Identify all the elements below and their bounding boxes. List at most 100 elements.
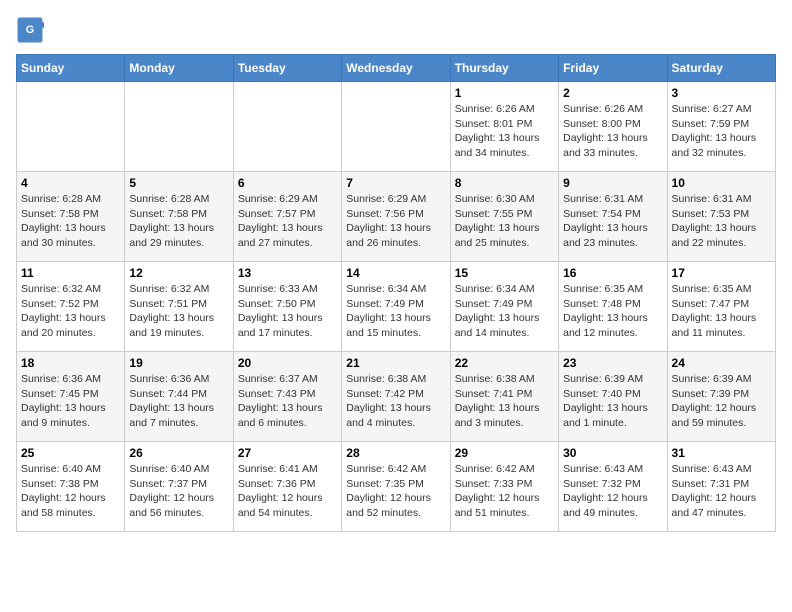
calendar-cell: 27Sunrise: 6:41 AMSunset: 7:36 PMDayligh… (233, 442, 341, 532)
day-number: 23 (563, 356, 662, 370)
day-info: Sunrise: 6:39 AMSunset: 7:40 PMDaylight:… (563, 372, 662, 431)
day-number: 19 (129, 356, 228, 370)
day-info: Sunrise: 6:31 AMSunset: 7:53 PMDaylight:… (672, 192, 771, 251)
calendar-cell: 16 Sunrise: 6:35 AMSunset: 7:48 PMDayligh… (559, 262, 667, 352)
day-number: 21 (346, 356, 445, 370)
day-header-friday: Friday (559, 55, 667, 82)
day-number: 17 (672, 266, 771, 280)
week-row-4: 25 Sunrise: 6:40 AMSunset: 7:38 PMDayligh… (17, 442, 776, 532)
day-info: Sunrise: 6:40 AMSunset: 7:37 PMDaylight:… (129, 462, 228, 521)
day-number: 20 (238, 356, 337, 370)
calendar-cell: 3 Sunrise: 6:27 AMSunset: 7:59 PMDaylight… (667, 82, 775, 172)
day-number: 7 (346, 176, 445, 190)
day-info: Sunrise: 6:28 AMSunset: 7:58 PMDaylight:… (129, 192, 228, 251)
day-info: Sunrise: 6:29 AMSunset: 7:57 PMDaylight:… (238, 192, 337, 251)
day-number: 9 (563, 176, 662, 190)
day-number: 18 (21, 356, 120, 370)
week-row-1: 4 Sunrise: 6:28 AMSunset: 7:58 PMDaylight… (17, 172, 776, 262)
day-info: Sunrise: 6:33 AMSunset: 7:50 PMDaylight:… (238, 282, 337, 341)
day-number: 30 (563, 446, 662, 460)
day-info: Sunrise: 6:29 AMSunset: 7:56 PMDaylight:… (346, 192, 445, 251)
day-header-thursday: Thursday (450, 55, 558, 82)
calendar-cell: 21 Sunrise: 6:38 AMSunset: 7:42 PMDayligh… (342, 352, 450, 442)
day-number: 4 (21, 176, 120, 190)
calendar-cell: 25 Sunrise: 6:40 AMSunset: 7:38 PMDayligh… (17, 442, 125, 532)
day-info: Sunrise: 6:30 AMSunset: 7:55 PMDaylight:… (455, 192, 554, 251)
day-number: 29 (455, 446, 554, 460)
day-info: Sunrise: 6:42 AMSunset: 7:35 PMDaylight:… (346, 462, 445, 521)
day-info: Sunrise: 6:43 AMSunset: 7:32 PMDaylight:… (563, 462, 662, 521)
calendar-cell: 2 Sunrise: 6:26 AMSunset: 8:00 PMDaylight… (559, 82, 667, 172)
day-number: 6 (238, 176, 337, 190)
day-number: 2 (563, 86, 662, 100)
day-number: 16 (563, 266, 662, 280)
day-info: Sunrise: 6:26 AMSunset: 8:00 PMDaylight:… (563, 102, 662, 161)
day-info: Sunrise: 6:35 AMSunset: 7:47 PMDaylight:… (672, 282, 771, 341)
calendar-cell: 26Sunrise: 6:40 AMSunset: 7:37 PMDayligh… (125, 442, 233, 532)
day-info: Sunrise: 6:38 AMSunset: 7:42 PMDaylight:… (346, 372, 445, 431)
day-info: Sunrise: 6:34 AMSunset: 7:49 PMDaylight:… (455, 282, 554, 341)
day-number: 13 (238, 266, 337, 280)
day-number: 12 (129, 266, 228, 280)
svg-text:G: G (26, 24, 34, 36)
calendar-cell: 10 Sunrise: 6:31 AMSunset: 7:53 PMDayligh… (667, 172, 775, 262)
calendar-cell (17, 82, 125, 172)
calendar-cell (125, 82, 233, 172)
calendar-cell: 23 Sunrise: 6:39 AMSunset: 7:40 PMDayligh… (559, 352, 667, 442)
calendar-cell: 12Sunrise: 6:32 AMSunset: 7:51 PMDayligh… (125, 262, 233, 352)
day-header-saturday: Saturday (667, 55, 775, 82)
calendar-cell: 1Sunrise: 6:26 AMSunset: 8:01 PMDaylight… (450, 82, 558, 172)
day-info: Sunrise: 6:38 AMSunset: 7:41 PMDaylight:… (455, 372, 554, 431)
day-info: Sunrise: 6:26 AMSunset: 8:01 PMDaylight:… (455, 102, 554, 161)
day-info: Sunrise: 6:28 AMSunset: 7:58 PMDaylight:… (21, 192, 120, 251)
header-row: SundayMondayTuesdayWednesdayThursdayFrid… (17, 55, 776, 82)
calendar-cell: 19 Sunrise: 6:36 AMSunset: 7:44 PMDayligh… (125, 352, 233, 442)
day-number: 11 (21, 266, 120, 280)
calendar-cell (233, 82, 341, 172)
day-header-tuesday: Tuesday (233, 55, 341, 82)
day-number: 15 (455, 266, 554, 280)
day-info: Sunrise: 6:43 AMSunset: 7:31 PMDaylight:… (672, 462, 771, 521)
day-number: 22 (455, 356, 554, 370)
calendar-cell: 18 Sunrise: 6:36 AMSunset: 7:45 PMDayligh… (17, 352, 125, 442)
day-info: Sunrise: 6:36 AMSunset: 7:45 PMDaylight:… (21, 372, 120, 431)
calendar-cell: 22 Sunrise: 6:38 AMSunset: 7:41 PMDayligh… (450, 352, 558, 442)
calendar-header: SundayMondayTuesdayWednesdayThursdayFrid… (17, 55, 776, 82)
calendar-cell: 13 Sunrise: 6:33 AMSunset: 7:50 PMDayligh… (233, 262, 341, 352)
day-header-sunday: Sunday (17, 55, 125, 82)
day-header-wednesday: Wednesday (342, 55, 450, 82)
day-info: Sunrise: 6:37 AMSunset: 7:43 PMDaylight:… (238, 372, 337, 431)
calendar-cell: 14Sunrise: 6:34 AMSunset: 7:49 PMDayligh… (342, 262, 450, 352)
calendar-cell: 4 Sunrise: 6:28 AMSunset: 7:58 PMDaylight… (17, 172, 125, 262)
day-number: 25 (21, 446, 120, 460)
day-number: 24 (672, 356, 771, 370)
calendar-cell: 28 Sunrise: 6:42 AMSunset: 7:35 PMDayligh… (342, 442, 450, 532)
day-info: Sunrise: 6:39 AMSunset: 7:39 PMDaylight:… (672, 372, 771, 431)
day-info: Sunrise: 6:36 AMSunset: 7:44 PMDaylight:… (129, 372, 228, 431)
day-info: Sunrise: 6:31 AMSunset: 7:54 PMDaylight:… (563, 192, 662, 251)
day-info: Sunrise: 6:34 AMSunset: 7:49 PMDaylight:… (346, 282, 445, 341)
day-info: Sunrise: 6:40 AMSunset: 7:38 PMDaylight:… (21, 462, 120, 521)
calendar-body: 1Sunrise: 6:26 AMSunset: 8:01 PMDaylight… (17, 82, 776, 532)
day-number: 10 (672, 176, 771, 190)
calendar-cell: 6 Sunrise: 6:29 AMSunset: 7:57 PMDaylight… (233, 172, 341, 262)
calendar-cell: 17 Sunrise: 6:35 AMSunset: 7:47 PMDayligh… (667, 262, 775, 352)
day-number: 28 (346, 446, 445, 460)
day-info: Sunrise: 6:35 AMSunset: 7:48 PMDaylight:… (563, 282, 662, 341)
day-number: 3 (672, 86, 771, 100)
day-number: 5 (129, 176, 228, 190)
day-info: Sunrise: 6:32 AMSunset: 7:52 PMDaylight:… (21, 282, 120, 341)
day-info: Sunrise: 6:27 AMSunset: 7:59 PMDaylight:… (672, 102, 771, 161)
calendar-cell: 29 Sunrise: 6:42 AMSunset: 7:33 PMDayligh… (450, 442, 558, 532)
page-header: G (16, 16, 776, 44)
calendar-table: SundayMondayTuesdayWednesdayThursdayFrid… (16, 54, 776, 532)
calendar-cell: 31 Sunrise: 6:43 AMSunset: 7:31 PMDayligh… (667, 442, 775, 532)
logo-icon: G (16, 16, 44, 44)
week-row-0: 1Sunrise: 6:26 AMSunset: 8:01 PMDaylight… (17, 82, 776, 172)
day-number: 8 (455, 176, 554, 190)
calendar-cell: 5 Sunrise: 6:28 AMSunset: 7:58 PMDaylight… (125, 172, 233, 262)
calendar-cell: 15 Sunrise: 6:34 AMSunset: 7:49 PMDayligh… (450, 262, 558, 352)
day-info: Sunrise: 6:42 AMSunset: 7:33 PMDaylight:… (455, 462, 554, 521)
day-header-monday: Monday (125, 55, 233, 82)
day-number: 31 (672, 446, 771, 460)
